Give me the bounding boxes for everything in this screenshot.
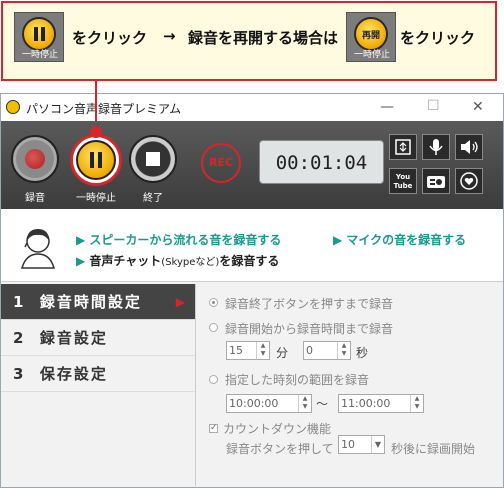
countdown-value: 10 (341, 438, 355, 451)
stop-icon (146, 152, 160, 166)
radio-until-stop[interactable] (209, 298, 218, 307)
countdown-suffix: 秒後に録画開始 (391, 442, 476, 456)
callout-text-1: をクリック (72, 29, 148, 47)
link-voice-chat-tail: を録音する (219, 254, 280, 268)
option-time-range-label: 指定した時刻の範囲を録音 (225, 373, 370, 387)
start-time-picker[interactable]: 10:00:00 ▲ ▼ (226, 394, 312, 413)
app-logo-icon (6, 100, 20, 114)
link-voice-chat-record[interactable]: ▶ 音声チャット(Skypeなど)を録音する (76, 250, 279, 269)
pause-button[interactable] (70, 134, 122, 186)
minutes-spinner[interactable]: 15 ▲ ▼ (226, 341, 270, 360)
minutes-unit: 分 (276, 346, 289, 360)
pause-button-illustration: 一時停止 (14, 12, 64, 62)
resume-icon-label: 再開 (361, 31, 380, 41)
resume-button-illustration: 再開 一時停止 (346, 12, 396, 62)
recording-timer: 00:01:04 (259, 140, 384, 184)
seconds-value: 0 (306, 344, 313, 357)
resume-caption: 一時停止 (353, 50, 390, 60)
link-speaker-record[interactable]: ▶ スピーカーから流れる音を録音する (76, 231, 281, 248)
window-icon[interactable] (389, 134, 417, 160)
nav-label: 録音設定 (39, 329, 108, 347)
link-mic-record[interactable]: ▶ マイクの音を録音する (333, 231, 466, 248)
nav-active-arrow-icon: ▶ (175, 295, 187, 309)
nav-num: 3 (13, 365, 26, 383)
nav-recording-settings[interactable]: 2 録音設定 (1, 320, 195, 356)
link-voice-chat-label: 音声チャット (89, 254, 162, 268)
chevron-down-icon[interactable]: ▼ (371, 436, 384, 453)
window-title: パソコン音声録音プレミアム (26, 102, 182, 116)
rec-indicator: REC (201, 143, 241, 183)
record-icon (25, 149, 45, 169)
record-button[interactable] (11, 135, 59, 183)
heart-icon[interactable] (455, 168, 483, 194)
end-time-value: 11:00:00 (341, 397, 391, 410)
close-button[interactable]: ✕ (472, 99, 484, 115)
end-time-picker[interactable]: 11:00:00 ▲ ▼ (338, 394, 424, 413)
pause-icon (76, 140, 116, 180)
nav-label: 保存設定 (39, 365, 108, 383)
callout-text-2: 録音を再開する場合は (188, 29, 339, 47)
callout-arrow: → (163, 27, 176, 45)
countdown-seconds-select[interactable]: 10 ▼ (338, 435, 385, 454)
stop-button[interactable] (129, 135, 177, 183)
nav-recording-time[interactable]: 1 録音時間設定 ▶ (1, 284, 195, 320)
countdown-prefix: 録音ボタンを押して (226, 442, 334, 456)
nav-num: 1 (13, 293, 26, 311)
spinner-arrows-icon[interactable]: ▲ ▼ (298, 395, 311, 412)
radio-icon[interactable] (422, 168, 450, 194)
nav-num: 2 (13, 329, 26, 347)
link-mic-record-label: マイクの音を録音する (346, 233, 467, 247)
pause-icon (22, 17, 56, 51)
nav-divider (195, 284, 196, 486)
countdown-label: カウントダウン機能 (223, 422, 332, 436)
radio-duration[interactable] (209, 323, 218, 332)
spinner-arrows-icon[interactable]: ▲ ▼ (410, 395, 423, 412)
radio-time-range[interactable] (209, 375, 218, 384)
spinner-arrows-icon[interactable]: ▲ ▼ (256, 342, 269, 359)
start-time-value: 10:00:00 (229, 397, 279, 410)
pause-label: 一時停止 (76, 193, 116, 204)
minimize-button[interactable]: — (380, 99, 394, 115)
speaker-icon[interactable] (455, 134, 483, 160)
seconds-spinner[interactable]: 0 ▲ ▼ (303, 341, 351, 360)
minutes-value: 15 (229, 344, 243, 357)
range-separator: ～ (316, 397, 329, 411)
seconds-unit: 秒 (356, 346, 369, 360)
callout-text-3: をクリック (400, 29, 476, 47)
nav-label: 録音時間設定 (39, 293, 142, 311)
link-speaker-record-label: スピーカーから流れる音を録音する (89, 233, 282, 247)
option-until-stop-label: 録音終了ボタンを押すまで録音 (225, 297, 394, 311)
callout-connector-dot (90, 126, 102, 138)
option-duration-label: 録音開始から録音時間まで録音 (225, 322, 394, 336)
resume-icon: 再開 (354, 17, 388, 51)
operator-avatar (18, 225, 58, 269)
spinner-arrows-icon[interactable]: ▲ ▼ (337, 342, 350, 359)
maximize-button[interactable]: ☐ (427, 98, 440, 114)
countdown-checkbox[interactable]: ✓ (209, 424, 218, 433)
youtube-icon[interactable]: You Tube (389, 168, 417, 194)
nav-save-settings[interactable]: 3 保存設定 (1, 356, 195, 392)
record-label: 録音 (25, 193, 45, 204)
stop-label: 終了 (143, 193, 163, 204)
nav-empty-area (1, 392, 195, 486)
microphone-icon[interactable] (422, 134, 450, 160)
link-voice-chat-sub: (Skypeなど) (161, 257, 220, 268)
pause-caption: 一時停止 (21, 50, 58, 60)
